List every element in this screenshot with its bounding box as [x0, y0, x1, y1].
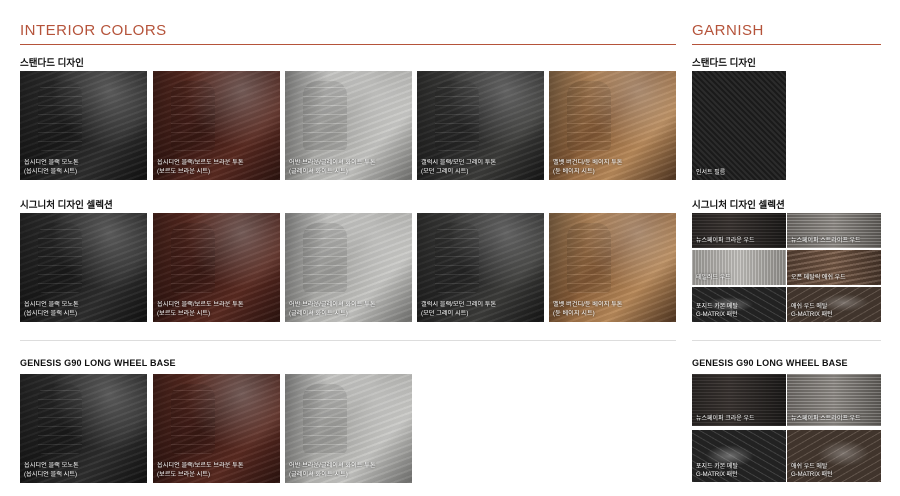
tile-label: 갤럭시 블랙/모던 그레이 투톤 [421, 301, 497, 309]
interior-signature-heading: 시그니처 디자인 셀렉션 [20, 200, 113, 211]
tile-label: 옵시디언 블랙 모노톤 [24, 462, 79, 470]
garnish-section-divider [692, 340, 881, 341]
tile-label: 테일러드 우드 [696, 274, 731, 281]
garnish-signature-tile-2[interactable]: 뉴스페이퍼 스트라이프 우드 [787, 213, 881, 248]
interior-standard-tile-1[interactable]: 옵시디언 블랙 모노톤 (옵시디언 블랙 시트) [20, 71, 147, 180]
tile-sublabel: (글레이셔 화이트 시트) [289, 167, 348, 175]
tile-sublabel: G-MATRIX 패턴 [696, 471, 738, 478]
garnish-lwb-tile-4[interactable]: 애쉬 우드 메탈 G-MATRIX 패턴 [787, 430, 881, 482]
interior-signature-tile-4[interactable]: 갤럭시 블랙/모던 그레이 투톤 (모던 그레이 시트) [417, 213, 544, 322]
tile-sublabel: (듄 베이지 시트) [553, 309, 595, 317]
garnish-lwb-heading: GENESIS G90 LONG WHEEL BASE [692, 358, 848, 368]
garnish-signature-tile-5[interactable]: 포지드 카본 메탈 G-MATRIX 패턴 [692, 287, 786, 322]
tile-label: 옵시디언 블랙 모노톤 [24, 301, 79, 309]
tile-sublabel: (보르도 브라운 시트) [157, 167, 211, 175]
garnish-lwb-tile-3[interactable]: 포지드 카본 메탈 G-MATRIX 패턴 [692, 430, 786, 482]
garnish-signature-tile-4[interactable]: 오픈 메탈릭 애쉬 우드 [787, 250, 881, 285]
interior-section-divider [20, 340, 676, 341]
interior-lwb-heading: GENESIS G90 LONG WHEEL BASE [20, 358, 176, 368]
interior-standard-tile-5[interactable]: 벨벳 버건디/듄 베이지 투톤 (듄 베이지 시트) [549, 71, 676, 180]
tile-label: 뉴스페이퍼 스트라이프 우드 [791, 415, 861, 422]
tile-label: 포지드 카본 메탈 [696, 463, 738, 470]
garnish-title: GARNISH [692, 22, 764, 39]
tile-sublabel: (옵시디언 블랙 시트) [24, 470, 78, 478]
tile-sublabel: (옵시디언 블랙 시트) [24, 309, 78, 317]
garnish-standard-tile-1[interactable]: 인서트 필름 [692, 71, 786, 180]
interior-standard-heading: 스탠다드 디자인 [20, 58, 84, 69]
tile-sublabel: G-MATRIX 패턴 [791, 471, 833, 478]
tile-label: 애쉬 우드 메탈 [791, 303, 828, 310]
tile-sublabel: (모던 그레이 시트) [421, 167, 469, 175]
tile-label: 어반 브라운/글레이셔 화이트 투톤 [289, 159, 376, 167]
tile-label: 어반 브라운/글레이셔 화이트 투톤 [289, 301, 376, 309]
interior-signature-tile-3[interactable]: 어반 브라운/글레이셔 화이트 투톤 (글레이셔 화이트 시트) [285, 213, 412, 322]
interior-colors-title: INTERIOR COLORS [20, 22, 167, 39]
tile-label: 어반 브라운/글레이셔 화이트 투톤 [289, 462, 376, 470]
interior-standard-tile-3[interactable]: 어반 브라운/글레이셔 화이트 투톤 (글레이셔 화이트 시트) [285, 71, 412, 180]
tile-label: 갤럭시 블랙/모던 그레이 투톤 [421, 159, 497, 167]
tile-label: 인서트 필름 [696, 169, 726, 176]
tile-sublabel: (보르도 브라운 시트) [157, 470, 211, 478]
tile-sublabel: (보르도 브라운 시트) [157, 309, 211, 317]
tile-label: 옵시디언 블랙/보르도 브라운 투톤 [157, 159, 244, 167]
garnish-signature-heading: 시그니처 디자인 셀렉션 [692, 200, 785, 211]
tile-sublabel: (듄 베이지 시트) [553, 167, 595, 175]
garnish-lwb-tile-1[interactable]: 뉴스페이퍼 크라운 우드 [692, 374, 786, 426]
tile-label: 벨벳 버건디/듄 베이지 투톤 [553, 301, 623, 309]
tile-sublabel: G-MATRIX 패턴 [696, 311, 738, 318]
tile-label: 뉴스페이퍼 스트라이프 우드 [791, 237, 861, 244]
tile-label: 포지드 카본 메탈 [696, 303, 738, 310]
interior-lwb-tile-2[interactable]: 옵시디언 블랙/보르도 브라운 투톤 (보르도 브라운 시트) [153, 374, 280, 483]
tile-label: 옵시디언 블랙 모노톤 [24, 159, 79, 167]
garnish-signature-tile-6[interactable]: 애쉬 우드 메탈 G-MATRIX 패턴 [787, 287, 881, 322]
interior-signature-tile-5[interactable]: 벨벳 버건디/듄 베이지 투톤 (듄 베이지 시트) [549, 213, 676, 322]
interior-lwb-tile-3[interactable]: 어반 브라운/글레이셔 화이트 투톤 (글레이셔 화이트 시트) [285, 374, 412, 483]
tile-label: 오픈 메탈릭 애쉬 우드 [791, 274, 846, 281]
garnish-lwb-tile-2[interactable]: 뉴스페이퍼 스트라이프 우드 [787, 374, 881, 426]
tile-label: 뉴스페이퍼 크라운 우드 [696, 237, 755, 244]
tile-label: 애쉬 우드 메탈 [791, 463, 828, 470]
interior-signature-tile-2[interactable]: 옵시디언 블랙/보르도 브라운 투톤 (보르도 브라운 시트) [153, 213, 280, 322]
garnish-title-rule [692, 44, 881, 45]
interior-standard-tile-4[interactable]: 갤럭시 블랙/모던 그레이 투톤 (모던 그레이 시트) [417, 71, 544, 180]
tile-sublabel: (글레이셔 화이트 시트) [289, 470, 348, 478]
garnish-signature-tile-1[interactable]: 뉴스페이퍼 크라운 우드 [692, 213, 786, 248]
tile-label: 옵시디언 블랙/보르도 브라운 투톤 [157, 301, 244, 309]
garnish-standard-heading: 스탠다드 디자인 [692, 58, 756, 69]
interior-signature-tile-1[interactable]: 옵시디언 블랙 모노톤 (옵시디언 블랙 시트) [20, 213, 147, 322]
interior-lwb-tile-1[interactable]: 옵시디언 블랙 모노톤 (옵시디언 블랙 시트) [20, 374, 147, 483]
tile-sublabel: G-MATRIX 패턴 [791, 311, 833, 318]
tile-sublabel: (글레이셔 화이트 시트) [289, 309, 348, 317]
tile-sublabel: (모던 그레이 시트) [421, 309, 469, 317]
interior-title-rule [20, 44, 676, 45]
interior-standard-tile-2[interactable]: 옵시디언 블랙/보르도 브라운 투톤 (보르도 브라운 시트) [153, 71, 280, 180]
tile-label: 옵시디언 블랙/보르도 브라운 투톤 [157, 462, 244, 470]
tile-label: 벨벳 버건디/듄 베이지 투톤 [553, 159, 623, 167]
tile-sublabel: (옵시디언 블랙 시트) [24, 167, 78, 175]
tile-label: 뉴스페이퍼 크라운 우드 [696, 415, 755, 422]
garnish-signature-tile-3[interactable]: 테일러드 우드 [692, 250, 786, 285]
